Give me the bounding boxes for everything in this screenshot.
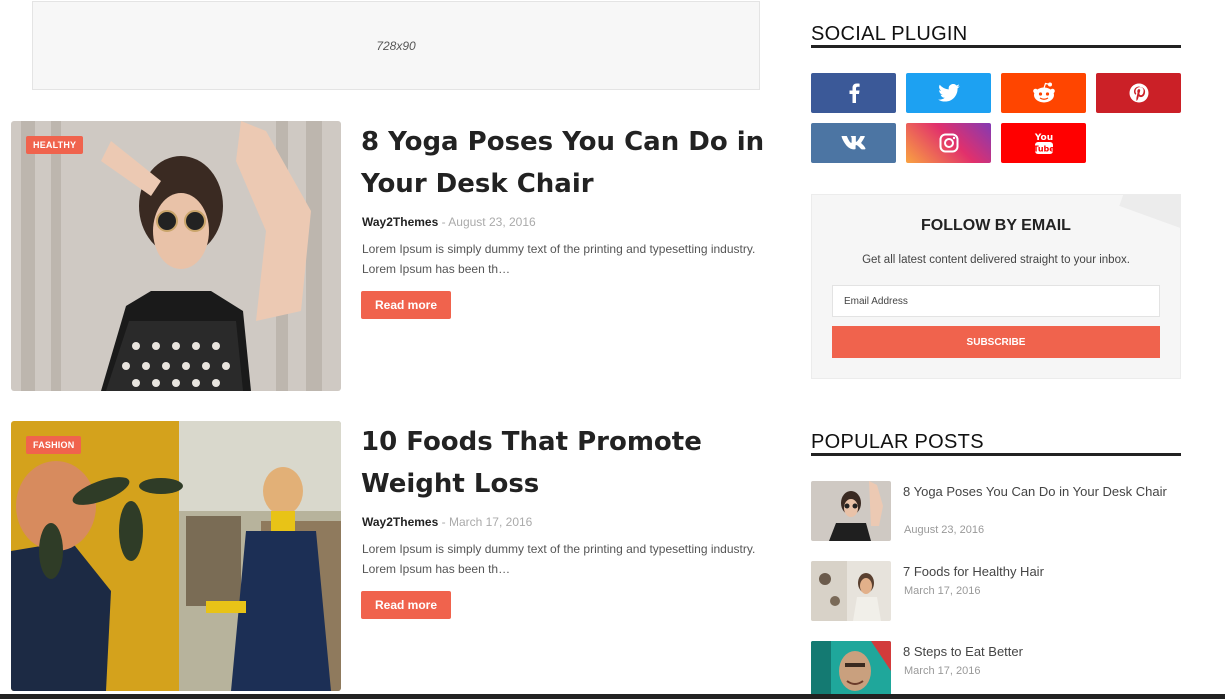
follow-heading: FOLLOW BY EMAIL — [921, 217, 1071, 234]
post-title[interactable]: 8 Yoga Poses You Can Do in Your Desk Cha… — [361, 121, 781, 205]
post-date: August 23, 2016 — [448, 215, 536, 229]
youtube-icon: You Tube — [1033, 133, 1055, 154]
widget-heading-social: SOCIAL PLUGIN — [811, 24, 1181, 48]
instagram-icon — [939, 133, 958, 153]
widget-heading-popular: POPULAR POSTS — [811, 432, 1181, 456]
popular-post-thumbnail[interactable] — [811, 561, 891, 621]
vk-button[interactable] — [811, 123, 896, 163]
popular-post-date: March 17, 2016 — [904, 585, 981, 597]
read-more-button[interactable]: Read more — [361, 591, 451, 619]
popular-post-title[interactable]: 8 Yoga Poses You Can Do in Your Desk Cha… — [903, 482, 1173, 501]
email-field[interactable] — [832, 285, 1160, 317]
post-meta: Way2Themes - August 23, 2016 — [362, 215, 536, 229]
instagram-button[interactable] — [906, 123, 991, 163]
youtube-button[interactable]: You Tube — [1001, 123, 1086, 163]
popular-post-item[interactable]: 8 Steps to Eat Better March 17, 2016 — [811, 641, 1181, 699]
bottom-bar — [0, 694, 1225, 699]
svg-text:Tube: Tube — [1033, 145, 1055, 154]
post-card: FASHION 10 Foods That Promote Weight Los… — [11, 421, 771, 691]
pinterest-button[interactable] — [1096, 73, 1181, 113]
widget-title: POPULAR POSTS — [811, 431, 984, 453]
post-thumbnail[interactable]: HEALTHY — [11, 121, 341, 391]
popular-post-date: August 23, 2016 — [904, 524, 985, 536]
read-more-button[interactable]: Read more — [361, 291, 451, 319]
post-excerpt: Lorem Ipsum is simply dummy text of the … — [362, 242, 756, 276]
facebook-button[interactable] — [811, 73, 896, 113]
post-date: March 17, 2016 — [448, 515, 533, 529]
pinterest-icon — [1129, 83, 1148, 103]
reddit-icon — [1032, 82, 1055, 103]
post-author[interactable]: Way2Themes — [362, 215, 438, 229]
post-title[interactable]: 10 Foods That Promote Weight Loss — [361, 421, 781, 505]
svg-text:You: You — [1033, 133, 1052, 143]
follow-by-email-widget: FOLLOW BY EMAIL Get all latest content d… — [811, 194, 1181, 379]
popular-post-item[interactable]: 7 Foods for Healthy Hair March 17, 2016 — [811, 561, 1181, 621]
popular-post-date: March 17, 2016 — [904, 665, 981, 677]
post-card: HEALTHY 8 Yoga Poses You Can Do in Your … — [11, 121, 771, 391]
post-meta: Way2Themes - March 17, 2016 — [362, 515, 532, 529]
popular-post-item[interactable]: 8 Yoga Poses You Can Do in Your Desk Cha… — [811, 481, 1181, 541]
category-badge[interactable]: HEALTHY — [26, 136, 84, 154]
follow-description: Get all latest content delivered straigh… — [862, 254, 1130, 266]
popular-post-thumbnail[interactable] — [811, 641, 891, 699]
popular-post-title[interactable]: 7 Foods for Healthy Hair — [903, 562, 1173, 581]
reddit-button[interactable] — [1001, 73, 1086, 113]
post-thumbnail[interactable]: FASHION — [11, 421, 341, 691]
ad-banner[interactable]: 728x90 — [32, 1, 760, 90]
twitter-icon — [937, 84, 960, 102]
meta-separator: - — [441, 515, 446, 529]
post-excerpt: Lorem Ipsum is simply dummy text of the … — [362, 542, 756, 576]
ad-label: 728x90 — [376, 38, 416, 53]
popular-post-title[interactable]: 8 Steps to Eat Better — [903, 642, 1173, 661]
facebook-icon — [849, 83, 860, 103]
subscribe-button[interactable]: SUBSCRIBE — [832, 326, 1160, 358]
twitter-button[interactable] — [906, 73, 991, 113]
meta-separator: - — [441, 215, 446, 229]
category-badge[interactable]: FASHION — [26, 436, 82, 454]
widget-title: SOCIAL PLUGIN — [811, 23, 968, 45]
vk-icon — [841, 136, 865, 150]
post-author[interactable]: Way2Themes — [362, 515, 438, 529]
popular-post-thumbnail[interactable] — [811, 481, 891, 541]
